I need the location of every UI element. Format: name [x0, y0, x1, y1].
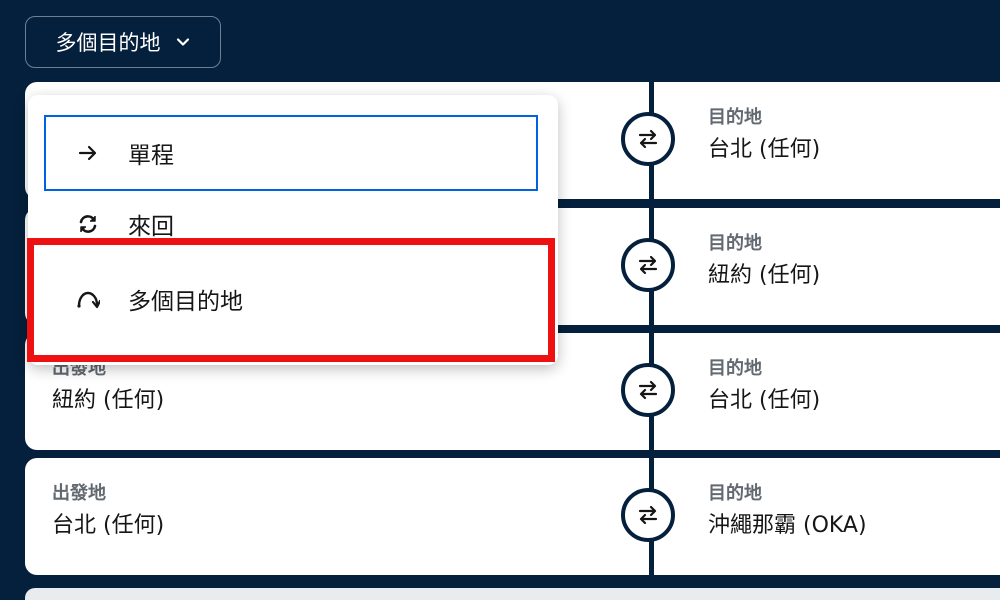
origin-label: 出發地: [52, 483, 106, 504]
menu-option-round-trip[interactable]: 來回: [44, 203, 174, 245]
trip-type-menu: 單程 來回 多個目的地: [28, 95, 558, 365]
multi-city-icon: [76, 287, 100, 311]
origin-field[interactable]: 出發地 台北 (任何): [52, 485, 164, 537]
destination-label: 目的地: [708, 483, 762, 504]
origin-field[interactable]: 出發地 紐約 (任何): [52, 360, 164, 412]
next-section-edge: [25, 588, 1000, 600]
destination-value: 紐約 (任何): [708, 263, 821, 288]
arrow-right-icon: [76, 141, 100, 165]
chevron-down-icon: [175, 34, 191, 50]
destination-field[interactable]: 目的地 沖繩那霸 (OKA): [708, 485, 867, 537]
trip-type-label: 多個目的地: [55, 31, 161, 55]
destination-label: 目的地: [708, 358, 762, 379]
menu-option-label: 單程: [128, 143, 174, 169]
swap-icon[interactable]: [621, 488, 675, 542]
destination-value: 台北 (任何): [708, 388, 821, 413]
swap-icon[interactable]: [621, 112, 675, 166]
destination-field[interactable]: 目的地 台北 (任何): [708, 109, 820, 161]
menu-option-one-way[interactable]: 單程: [44, 115, 538, 191]
destination-value: 沖繩那霸 (OKA): [708, 513, 867, 538]
swap-cycle-icon: [76, 212, 100, 236]
destination-label: 目的地: [708, 233, 762, 254]
destination-field[interactable]: 目的地 台北 (任何): [708, 360, 820, 412]
swap-icon[interactable]: [621, 238, 675, 292]
menu-option-multi-city[interactable]: 多個目的地: [44, 273, 243, 325]
menu-option-label: 多個目的地: [128, 289, 243, 315]
destination-value: 台北 (任何): [708, 137, 821, 162]
menu-option-label: 來回: [128, 214, 174, 240]
trip-type-dropdown[interactable]: 多個目的地: [25, 16, 221, 68]
destination-field[interactable]: 目的地 紐約 (任何): [708, 235, 820, 287]
destination-label: 目的地: [708, 107, 762, 128]
origin-value: 台北 (任何): [52, 513, 165, 538]
swap-icon[interactable]: [621, 363, 675, 417]
origin-value: 紐約 (任何): [52, 388, 165, 413]
flight-leg-4: 出發地 台北 (任何) 目的地 沖繩那霸 (OKA): [25, 458, 1000, 575]
